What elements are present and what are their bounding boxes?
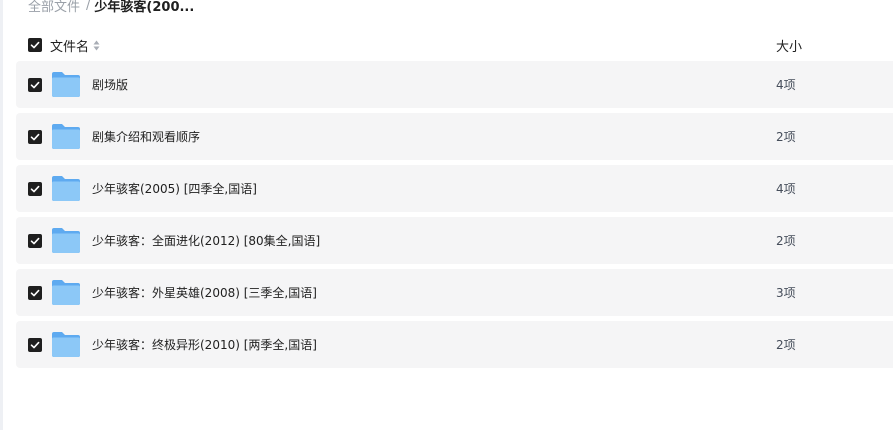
file-size: 2项 bbox=[776, 338, 796, 352]
breadcrumb-root-link[interactable]: 全部文件 bbox=[28, 0, 80, 15]
check-icon bbox=[30, 81, 40, 89]
row-checkbox[interactable] bbox=[28, 182, 42, 196]
file-list: 剧场版 4项 剧集介绍和观看顺序 2项 少年骇客(2005) [四季全,国语] … bbox=[16, 61, 893, 373]
file-row[interactable]: 剧场版 4项 bbox=[16, 61, 893, 108]
check-icon bbox=[30, 185, 40, 193]
breadcrumb: 全部文件 / 少年骇客(200... bbox=[28, 0, 194, 15]
folder-icon bbox=[52, 124, 80, 149]
check-icon bbox=[30, 289, 40, 297]
folder-icon bbox=[52, 176, 80, 201]
file-name[interactable]: 剧场版 bbox=[92, 76, 128, 93]
file-list-header: 文件名 大小 bbox=[16, 32, 893, 58]
file-size: 4项 bbox=[776, 78, 796, 92]
breadcrumb-separator: / bbox=[86, 0, 91, 13]
folder-icon bbox=[52, 72, 80, 97]
row-checkbox[interactable] bbox=[28, 234, 42, 248]
row-checkbox[interactable] bbox=[28, 78, 42, 92]
file-size: 4项 bbox=[776, 182, 796, 196]
file-name[interactable]: 少年骇客：终极异形(2010) [两季全,国语] bbox=[92, 336, 317, 353]
left-panel-edge bbox=[0, 0, 3, 430]
file-row[interactable]: 少年骇客(2005) [四季全,国语] 4项 bbox=[16, 165, 893, 212]
file-row[interactable]: 剧集介绍和观看顺序 2项 bbox=[16, 113, 893, 160]
file-row[interactable]: 少年骇客：全面进化(2012) [80集全,国语] 2项 bbox=[16, 217, 893, 264]
breadcrumb-current-folder: 少年骇客(200... bbox=[94, 0, 195, 15]
file-size: 3项 bbox=[776, 286, 796, 300]
file-name[interactable]: 少年骇客：全面进化(2012) [80集全,国语] bbox=[92, 232, 320, 249]
file-name[interactable]: 少年骇客(2005) [四季全,国语] bbox=[92, 180, 257, 197]
row-checkbox[interactable] bbox=[28, 130, 42, 144]
column-header-name[interactable]: 文件名 bbox=[50, 36, 100, 55]
check-icon bbox=[30, 41, 40, 49]
select-all-checkbox[interactable] bbox=[28, 38, 42, 52]
sort-icon[interactable] bbox=[93, 40, 100, 51]
check-icon bbox=[30, 133, 40, 141]
file-size: 2项 bbox=[776, 130, 796, 144]
column-header-size[interactable]: 大小 bbox=[776, 36, 802, 55]
file-row[interactable]: 少年骇客：终极异形(2010) [两季全,国语] 2项 bbox=[16, 321, 893, 368]
column-header-name-label: 文件名 bbox=[50, 40, 90, 55]
folder-icon bbox=[52, 228, 80, 253]
folder-icon bbox=[52, 280, 80, 305]
file-name[interactable]: 少年骇客：外星英雄(2008) [三季全,国语] bbox=[92, 284, 317, 301]
file-row[interactable]: 少年骇客：外星英雄(2008) [三季全,国语] 3项 bbox=[16, 269, 893, 316]
check-icon bbox=[30, 341, 40, 349]
row-checkbox[interactable] bbox=[28, 338, 42, 352]
check-icon bbox=[30, 237, 40, 245]
file-name[interactable]: 剧集介绍和观看顺序 bbox=[92, 128, 200, 145]
file-size: 2项 bbox=[776, 234, 796, 248]
folder-icon bbox=[52, 332, 80, 357]
row-checkbox[interactable] bbox=[28, 286, 42, 300]
